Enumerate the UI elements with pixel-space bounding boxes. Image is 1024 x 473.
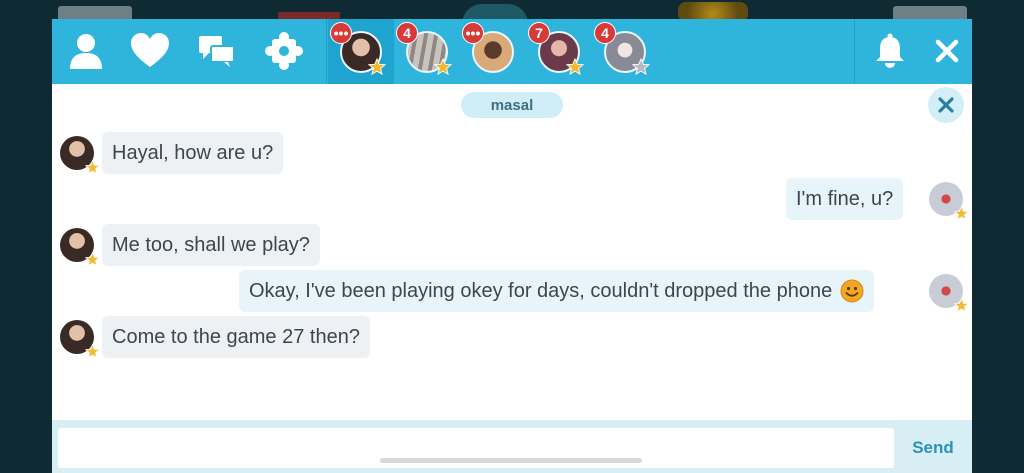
avatar[interactable] <box>60 136 100 175</box>
unread-badge: 4 <box>594 21 616 44</box>
bell-icon[interactable] <box>868 29 912 73</box>
chat-topbar: ••• 4 ••• 7 4 <box>52 19 972 84</box>
unread-badge: 4 <box>396 21 418 44</box>
message-text: Come to the game 27 then? <box>112 325 360 348</box>
chat-tab-3[interactable]: ••• <box>460 19 526 84</box>
send-button[interactable]: Send <box>900 428 966 468</box>
topbar-divider <box>854 19 855 84</box>
chat-tab-4[interactable]: 7 <box>526 19 592 84</box>
gold-star-icon <box>85 344 100 359</box>
chat-bubbles-icon[interactable] <box>195 29 239 73</box>
topbar-divider <box>326 19 327 84</box>
unread-badge: 7 <box>528 21 550 44</box>
message-text: I'm fine, u? <box>796 187 894 210</box>
silver-star-icon <box>632 57 650 75</box>
message-incoming: Hayal, how are u? <box>102 132 284 174</box>
avatar: ••• <box>330 21 386 75</box>
avatar[interactable] <box>60 228 100 267</box>
message-text: Okay, I've been playing okey for days, c… <box>249 279 833 302</box>
chat-tab-2[interactable]: 4 <box>394 19 460 84</box>
typing-badge: ••• <box>330 21 352 44</box>
message-text: Me too, shall we play? <box>112 233 310 256</box>
message-outgoing: Okay, I've been playing okey for days, c… <box>239 270 875 312</box>
avatar[interactable] <box>60 320 100 359</box>
gold-star-icon <box>954 206 969 221</box>
heart-icon[interactable] <box>128 29 172 73</box>
gold-star-icon <box>954 298 969 313</box>
message-composer: Send <box>52 420 972 473</box>
avatar: 7 <box>528 21 584 75</box>
chat-tab-masal[interactable]: ••• <box>328 19 394 84</box>
message-incoming: Come to the game 27 then? <box>102 316 370 358</box>
avatar: ••• <box>462 21 514 73</box>
typing-badge: ••• <box>462 21 484 44</box>
close-icon <box>938 97 954 113</box>
message-incoming: Me too, shall we play? <box>102 224 320 266</box>
avatar[interactable] <box>929 274 969 313</box>
gold-star-icon <box>434 57 452 75</box>
chat-panel: ••• 4 ••• 7 4 masal Hayal, how are u? I'… <box>52 19 972 473</box>
avatar: 4 <box>594 21 650 75</box>
home-indicator <box>380 458 642 463</box>
close-conversation-button[interactable] <box>928 87 964 123</box>
avatar: 4 <box>396 21 452 75</box>
avatar[interactable] <box>929 182 969 221</box>
profile-icon[interactable] <box>64 29 108 73</box>
chat-tab-5[interactable]: 4 <box>592 19 658 84</box>
chat-partner-name: masal <box>461 92 563 118</box>
gold-star-icon <box>85 252 100 267</box>
gold-star-icon <box>368 57 386 75</box>
message-outgoing: I'm fine, u? <box>786 178 904 220</box>
close-icon[interactable] <box>925 29 969 73</box>
gold-star-icon <box>566 57 584 75</box>
smiling-face-emoji <box>840 279 864 303</box>
gold-star-icon <box>85 160 100 175</box>
puzzle-icon[interactable] <box>262 29 306 73</box>
message-text: Hayal, how are u? <box>112 141 274 164</box>
